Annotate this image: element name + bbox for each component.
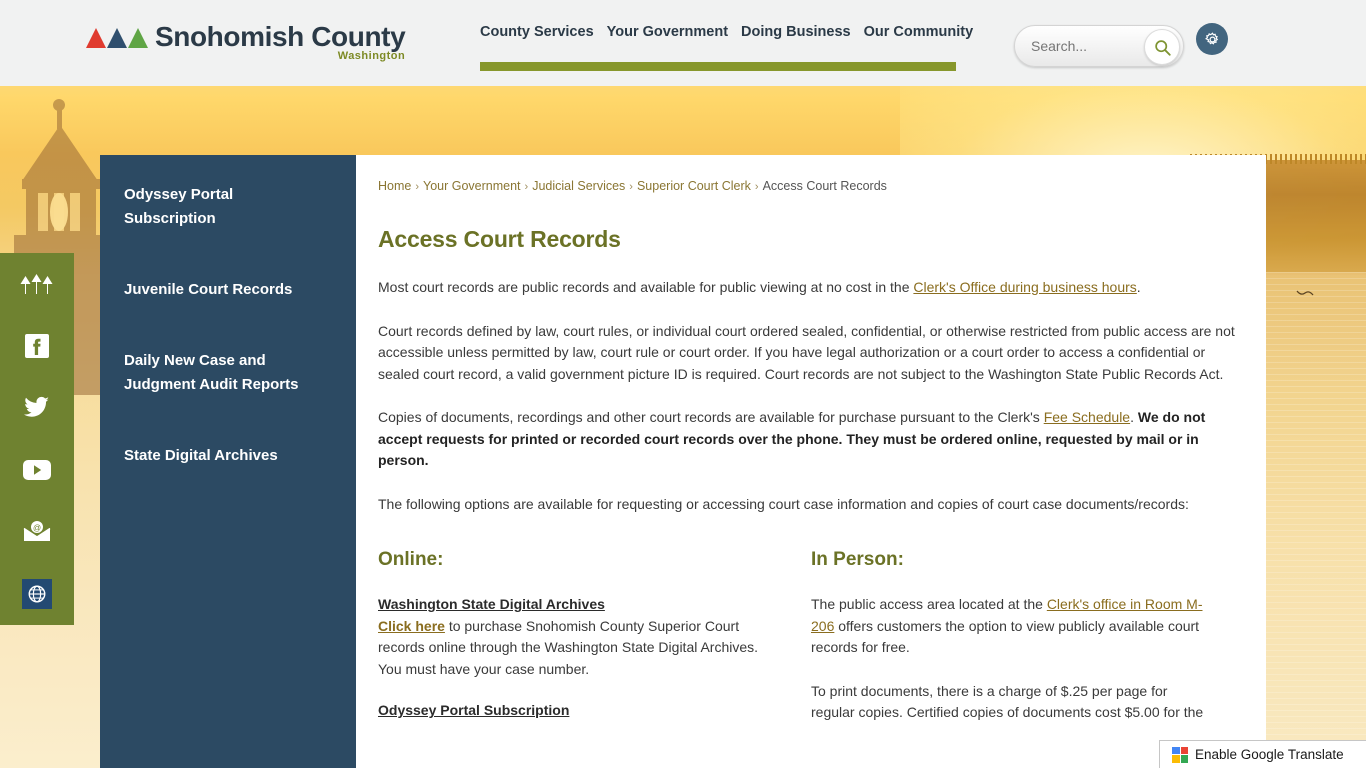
fee-text-after: . <box>1130 409 1138 425</box>
breadcrumb-item-judicial-services[interactable]: Judicial Services <box>532 179 625 193</box>
fee-paragraph: Copies of documents, recordings and othe… <box>378 407 1244 472</box>
settings-button[interactable] <box>1196 23 1228 55</box>
breadcrumb-separator: › <box>629 181 633 193</box>
social-twitter-button[interactable] <box>0 377 74 439</box>
gear-icon <box>1204 31 1221 48</box>
public-access-paragraph: The public access area located at the Cl… <box>811 594 1208 659</box>
sidebar-item-odyssey-portal-subscription[interactable]: Odyssey Portal Subscription <box>124 183 324 231</box>
fee-schedule-link[interactable]: Fee Schedule <box>1044 409 1130 425</box>
logo-subtitle: Washington <box>338 50 406 62</box>
search-icon <box>1154 39 1171 56</box>
social-media-rail: @ <box>0 253 74 625</box>
in-person-column: In Person: The public access area locate… <box>811 549 1244 746</box>
odyssey-portal-subscription-heading: Odyssey Portal Subscription <box>378 702 775 718</box>
social-email-button[interactable]: @ <box>0 501 74 563</box>
primary-navigation: County Services Your Government Doing Bu… <box>480 22 973 42</box>
page-title: Access Court Records <box>378 226 1244 253</box>
facebook-icon <box>24 333 50 359</box>
twitter-icon <box>24 396 50 420</box>
breadcrumb: Home›Your Government›Judicial Services›S… <box>378 177 1244 196</box>
google-translate-icon <box>1172 747 1188 763</box>
search-box <box>1014 25 1184 67</box>
social-youtube-button[interactable] <box>0 439 74 501</box>
logo-title: Snohomish County <box>155 22 405 52</box>
google-translate-label: Enable Google Translate <box>1195 747 1344 762</box>
nav-item-doing-business[interactable]: Doing Business <box>741 22 851 42</box>
options-columns: Online: Washington State Digital Archive… <box>378 549 1244 746</box>
site-header: Snohomish County Washington County Servi… <box>0 0 1366 86</box>
breadcrumb-item-your-government[interactable]: Your Government <box>423 179 521 193</box>
main-content: Home›Your Government›Judicial Services›S… <box>356 155 1266 768</box>
click-here-link[interactable]: Click here <box>378 618 445 634</box>
google-translate-widget[interactable]: Enable Google Translate <box>1159 740 1366 768</box>
search-input[interactable] <box>1031 26 1141 66</box>
nav-item-county-services[interactable]: County Services <box>480 22 594 42</box>
site-logo[interactable]: Snohomish County Washington <box>86 22 405 52</box>
three-arrows-logo-icon <box>86 28 148 52</box>
breadcrumb-separator: › <box>415 181 419 193</box>
email-envelope-icon: @ <box>22 520 52 544</box>
three-arrows-icon <box>20 274 54 294</box>
in-person-heading: In Person: <box>811 549 1208 571</box>
public-access-text-after: offers customers the option to view publ… <box>811 618 1199 656</box>
printing-charges-paragraph: To print documents, there is a charge of… <box>811 681 1208 724</box>
bird-silhouette <box>1296 290 1314 298</box>
options-intro-paragraph: The following options are available for … <box>378 494 1244 516</box>
nav-item-your-government[interactable]: Your Government <box>607 22 728 42</box>
sidebar-item-daily-new-case-and-judgment-audit-reports[interactable]: Daily New Case and Judgment Audit Report… <box>124 349 324 397</box>
intro-paragraph: Most court records are public records an… <box>378 277 1244 299</box>
public-access-text-before: The public access area located at the <box>811 596 1047 612</box>
section-sidebar: Odyssey Portal Subscription Juvenile Cou… <box>100 155 356 768</box>
online-heading: Online: <box>378 549 775 571</box>
social-county-logo-button[interactable] <box>0 253 74 315</box>
restricted-records-paragraph: Court records defined by law, court rule… <box>378 321 1244 386</box>
breadcrumb-item-superior-court-clerk[interactable]: Superior Court Clerk <box>637 179 751 193</box>
nav-item-our-community[interactable]: Our Community <box>864 22 974 42</box>
search-button[interactable] <box>1144 29 1180 65</box>
clerks-office-hours-link[interactable]: Clerk's Office during business hours <box>913 279 1136 295</box>
social-translate-button[interactable] <box>0 563 74 625</box>
breadcrumb-item-home[interactable]: Home <box>378 179 411 193</box>
breadcrumb-item-current: Access Court Records <box>763 179 887 193</box>
online-body: Washington State Digital Archives Click … <box>378 594 775 680</box>
breadcrumb-separator: › <box>525 181 529 193</box>
sidebar-item-state-digital-archives[interactable]: State Digital Archives <box>124 444 324 468</box>
youtube-icon <box>22 459 52 481</box>
intro-text-before: Most court records are public records an… <box>378 279 913 295</box>
online-column: Online: Washington State Digital Archive… <box>378 549 811 746</box>
svg-text:@: @ <box>33 524 41 533</box>
fee-text-before: Copies of documents, recordings and othe… <box>378 409 1044 425</box>
social-facebook-button[interactable] <box>0 315 74 377</box>
breadcrumb-separator: › <box>755 181 759 193</box>
navigation-accent-bar <box>480 62 956 71</box>
intro-text-after: . <box>1137 279 1141 295</box>
globe-icon <box>27 584 47 604</box>
sidebar-item-juvenile-court-records[interactable]: Juvenile Court Records <box>124 278 324 302</box>
washington-state-digital-archives-link[interactable]: Washington State Digital Archives <box>378 596 605 612</box>
